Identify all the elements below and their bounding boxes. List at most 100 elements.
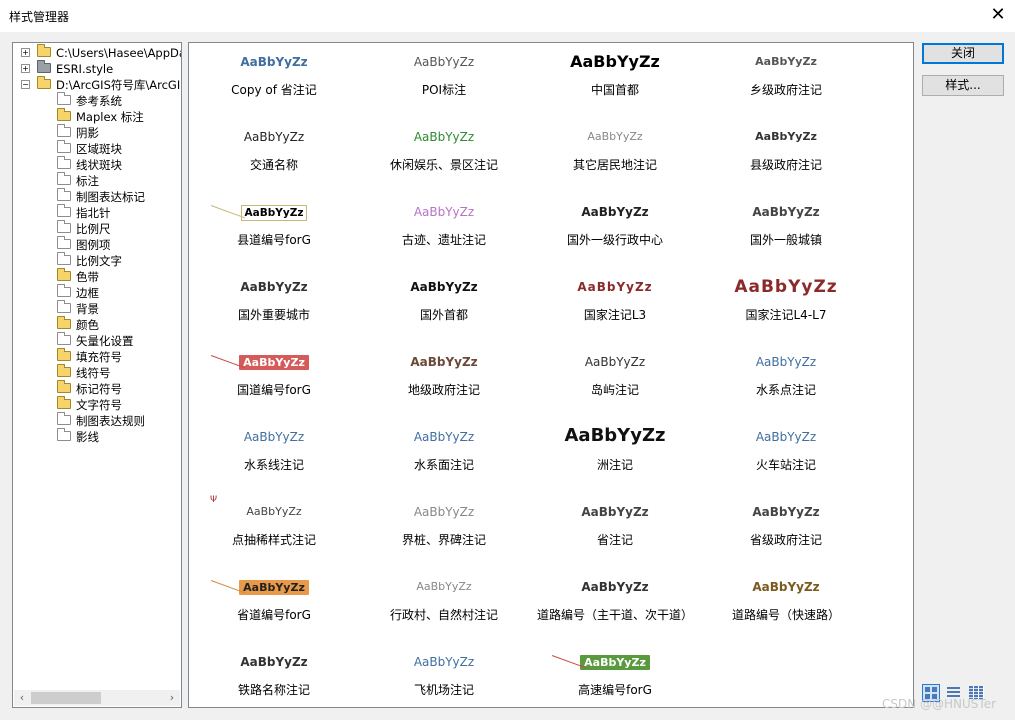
style-item-label: 省道编号forG <box>237 608 311 622</box>
style-sample: AaBbYyZz <box>359 655 529 669</box>
style-item[interactable]: AaBbYyZz Copy of 省注记 <box>189 43 359 118</box>
tree-root-item[interactable]: − D:\ArcGIS符号库\ArcGIS <box>13 76 181 93</box>
style-sample: AaBbYyZz <box>701 355 871 369</box>
title-bar: 样式管理器 ✕ <box>0 0 1015 32</box>
style-item[interactable]: AaBbYyZz 国道编号forG <box>189 343 359 418</box>
tree-item-label: Maplex 标注 <box>76 110 144 124</box>
tree-child-item[interactable]: 影线 <box>13 428 181 445</box>
style-sample: AaBbYyZz <box>189 55 359 69</box>
tree-child-item[interactable]: 颜色 <box>13 316 181 333</box>
tree-child-item[interactable]: Maplex 标注 <box>13 108 181 125</box>
style-sample-text: AaBbYyZz <box>413 505 475 519</box>
style-item[interactable]: AaBbYyZz POI标注 <box>359 43 529 118</box>
style-item[interactable]: AaBbYyZz 水系点注记 <box>701 343 871 418</box>
tree-child-item[interactable]: 矢量化设置 <box>13 332 181 349</box>
tree-item-label: 制图表达规则 <box>76 414 145 428</box>
scroll-left-icon[interactable]: ‹ <box>14 690 30 706</box>
styles-button[interactable]: 样式... <box>922 75 1004 96</box>
tree-child-item[interactable]: 制图表达规则 <box>13 412 181 429</box>
style-sample: AaBbYyZz <box>701 430 871 444</box>
style-item[interactable]: AaBbYyZz 古迹、遗址注记 <box>359 193 529 268</box>
style-item[interactable]: AaBbYyZz 铁路名称注记 <box>189 643 359 707</box>
tree-child-item[interactable]: 指北针 <box>13 204 181 221</box>
tree-child-item[interactable]: 标注 <box>13 172 181 189</box>
close-icon[interactable]: ✕ <box>986 3 1010 27</box>
style-sample: AaBbYyZz <box>359 355 529 369</box>
style-item-label: 道路编号（快速路） <box>731 608 840 622</box>
style-item[interactable]: AaBbYyZz 界桩、界碑注记 <box>359 493 529 568</box>
tree-child-item[interactable]: 区域斑块 <box>13 140 181 157</box>
style-item[interactable]: AaBbYyZz 道路编号（快速路） <box>701 568 871 643</box>
scroll-right-icon[interactable]: › <box>164 690 180 706</box>
style-item[interactable]: AaBbYyZz 国外一般城镇 <box>701 193 871 268</box>
style-item[interactable]: AaBbYyZz 道路编号（主干道、次干道） <box>530 568 700 643</box>
tree-child-item[interactable]: 制图表达标记 <box>13 188 181 205</box>
style-item[interactable]: AaBbYyZz 国家注记L3 <box>530 268 700 343</box>
style-item[interactable]: AaBbYyZz 县级政府注记 <box>701 118 871 193</box>
style-item[interactable]: AaBbYyZz 县道编号forG <box>189 193 359 268</box>
tree-item-label: 影线 <box>76 430 99 444</box>
tree-child-item[interactable]: 线状斑块 <box>13 156 181 173</box>
style-item[interactable]: AaBbYyZz 省级政府注记 <box>701 493 871 568</box>
style-item[interactable]: AaBbYyZz 国外重要城市 <box>189 268 359 343</box>
folder-icon <box>57 380 71 393</box>
style-sample: AaBbYyZz <box>359 55 529 69</box>
style-item-label: 岛屿注记 <box>590 383 639 397</box>
expand-icon[interactable]: + <box>21 64 30 73</box>
tree-child-item[interactable]: 阴影 <box>13 124 181 141</box>
style-item[interactable]: AaBbYyZz 省注记 <box>530 493 700 568</box>
style-grid[interactable]: AaBbYyZz Copy of 省注记 AaBbYyZz POI标注 AaBbYyZz… <box>188 42 914 708</box>
style-item[interactable]: AaBbYyZz 国家注记L4-L7 <box>701 268 871 343</box>
tree-child-item[interactable]: 文字符号 <box>13 396 181 413</box>
style-tree[interactable]: ‹ › + C:\Users\Hasee\AppData + ESRI.style − D… <box>12 42 182 708</box>
tree-child-item[interactable]: 背景 <box>13 300 181 317</box>
style-item[interactable]: AaBbYyZz 国外首都 <box>359 268 529 343</box>
tree-child-item[interactable]: 色带 <box>13 268 181 285</box>
style-item[interactable]: AaBbYyZz 中国首都 <box>530 43 700 118</box>
folder-icon <box>57 140 71 153</box>
tree-child-item[interactable]: 参考系统 <box>13 92 181 109</box>
style-item-label: 省注记 <box>596 533 633 547</box>
tree-child-item[interactable]: 比例尺 <box>13 220 181 237</box>
tree-root-item[interactable]: + C:\Users\Hasee\AppData <box>13 44 181 61</box>
tree-child-item[interactable]: 比例文字 <box>13 252 181 269</box>
style-item-label: 高速编号forG <box>578 683 652 697</box>
collapse-icon[interactable]: − <box>21 80 30 89</box>
tree-item-label: 参考系统 <box>76 94 122 108</box>
scroll-thumb[interactable] <box>31 692 101 704</box>
style-item[interactable]: AaBbYyZz 乡级政府注记 <box>701 43 871 118</box>
style-sample: AaBbYyZz <box>189 505 359 518</box>
folder-icon <box>57 316 71 329</box>
style-item[interactable]: AaBbYyZz 洲注记 <box>530 418 700 493</box>
style-item[interactable]: AaBbYyZz 交通名称 <box>189 118 359 193</box>
style-item[interactable]: AaBbYyZz 水系线注记 <box>189 418 359 493</box>
style-item-label: 古迹、遗址注记 <box>401 233 486 247</box>
style-sample-text: AaBbYyZz <box>239 355 309 370</box>
style-item[interactable]: AaBbYyZz 地级政府注记 <box>359 343 529 418</box>
tree-root-item[interactable]: + ESRI.style <box>13 60 181 77</box>
style-item[interactable]: AaBbYyZz Ψ 点抽稀样式注记 <box>189 493 359 568</box>
style-item[interactable]: AaBbYyZz 飞机场注记 <box>359 643 529 707</box>
style-item[interactable]: AaBbYyZz 火车站注记 <box>701 418 871 493</box>
style-sample-text: AaBbYyZz <box>246 505 302 518</box>
style-item[interactable]: AaBbYyZz 水系面注记 <box>359 418 529 493</box>
style-sample-text: AaBbYyZz <box>240 205 308 221</box>
tree-item-label: 矢量化设置 <box>76 334 134 348</box>
style-item[interactable]: AaBbYyZz 高速编号forG <box>530 643 700 707</box>
style-item[interactable]: AaBbYyZz 休闲娱乐、景区注记 <box>359 118 529 193</box>
style-item[interactable]: AaBbYyZz 行政村、自然村注记 <box>359 568 529 643</box>
tree-horizontal-scrollbar[interactable]: ‹ › <box>14 690 180 706</box>
tree-child-item[interactable]: 边框 <box>13 284 181 301</box>
style-item-label: 省级政府注记 <box>749 533 822 547</box>
tree-child-item[interactable]: 图例项 <box>13 236 181 253</box>
style-item[interactable]: AaBbYyZz 省道编号forG <box>189 568 359 643</box>
style-item[interactable]: AaBbYyZz 岛屿注记 <box>530 343 700 418</box>
expand-icon[interactable]: + <box>21 48 30 57</box>
style-item[interactable]: AaBbYyZz 其它居民地注记 <box>530 118 700 193</box>
tree-child-item[interactable]: 填充符号 <box>13 348 181 365</box>
tree-child-item[interactable]: 标记符号 <box>13 380 181 397</box>
tree-child-item[interactable]: 线符号 <box>13 364 181 381</box>
close-button[interactable]: 关闭 <box>922 43 1004 64</box>
style-item-label: 点抽稀样式注记 <box>231 533 316 547</box>
style-item[interactable]: AaBbYyZz 国外一级行政中心 <box>530 193 700 268</box>
